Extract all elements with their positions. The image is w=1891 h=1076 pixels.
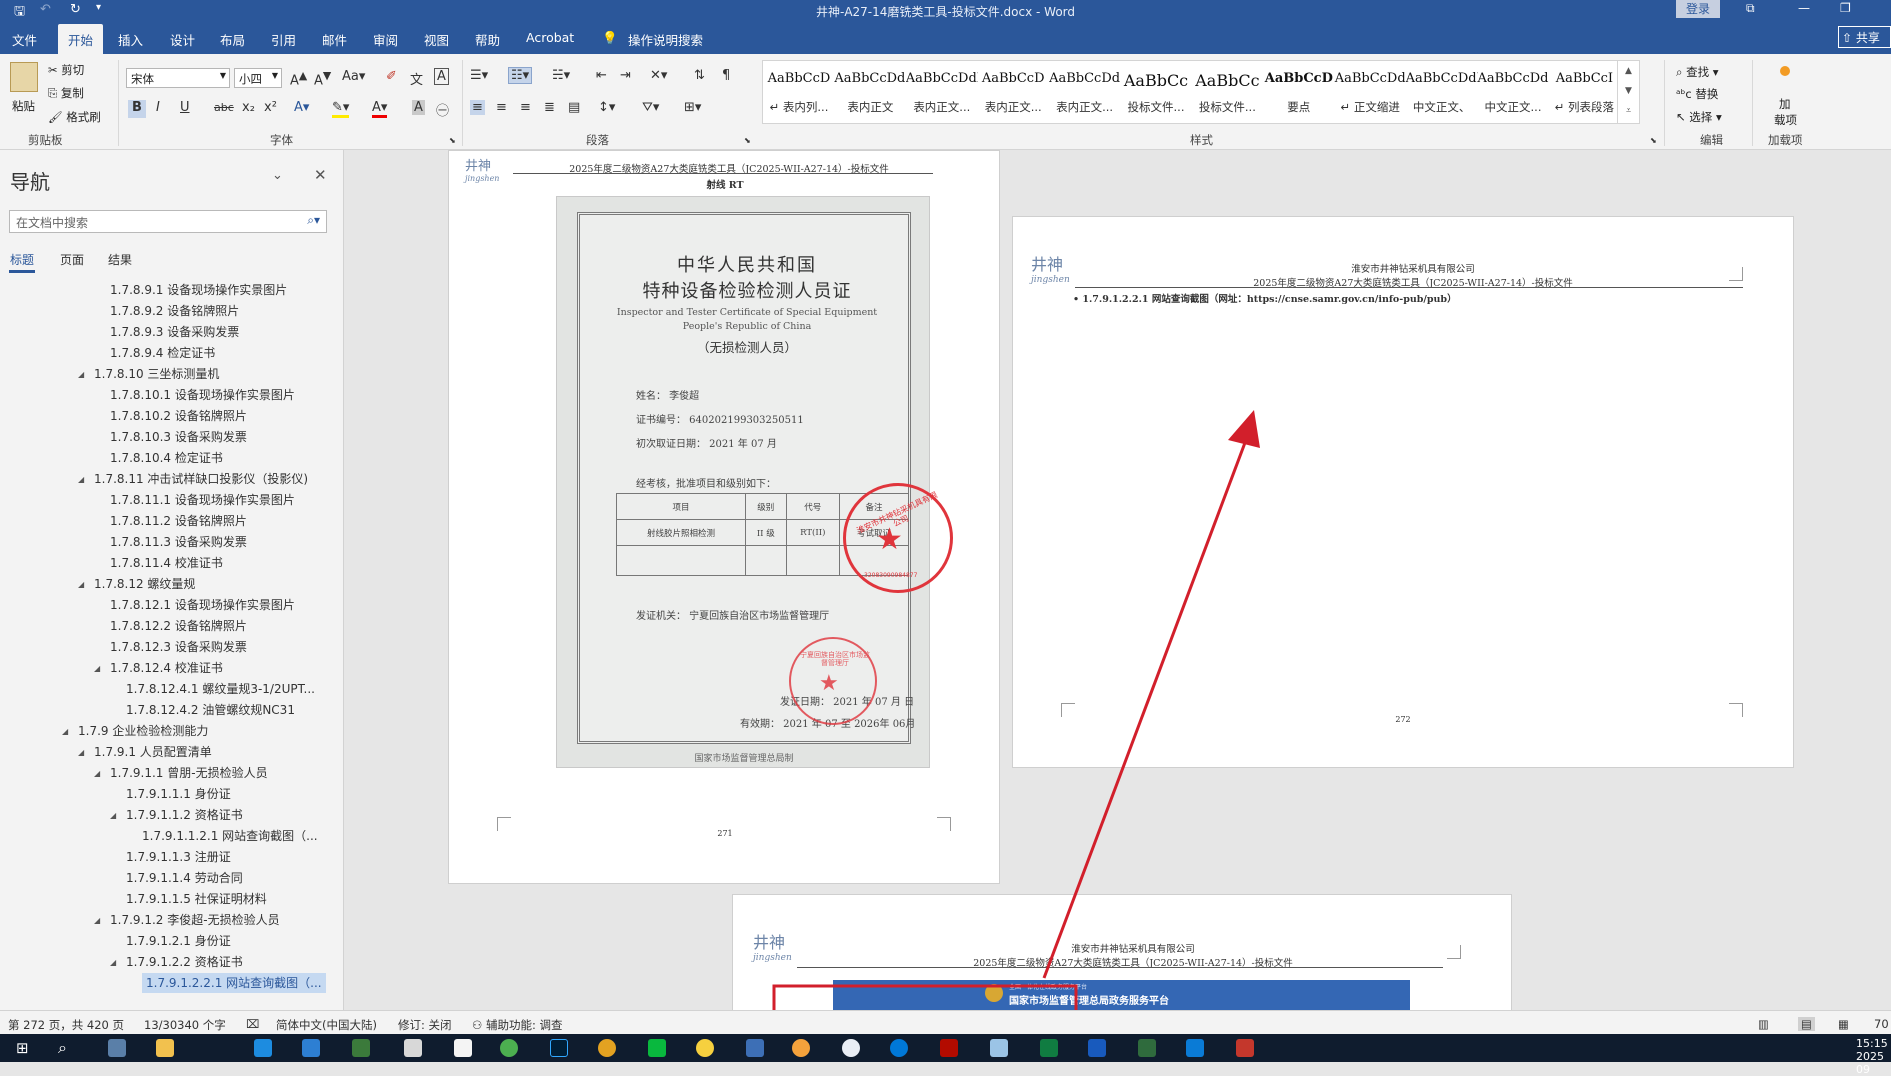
clock-date: 2025 09: [1856, 1050, 1884, 1076]
acrobat-icon[interactable]: [940, 1039, 958, 1057]
file-icon[interactable]: [404, 1039, 422, 1057]
system-clock[interactable]: 15:15 2025 09: [1856, 1037, 1891, 1076]
app-icon[interactable]: [1186, 1039, 1204, 1057]
wechat-icon[interactable]: [648, 1039, 666, 1057]
app-icon[interactable]: [792, 1039, 810, 1057]
windows-start-icon[interactable]: ⊞: [16, 1039, 29, 1057]
accessibility-label: 辅助功能: 调查: [485, 1018, 563, 1032]
web-layout-icon[interactable]: ▦: [1838, 1017, 1849, 1031]
file-explorer-icon[interactable]: [156, 1039, 174, 1057]
app-icon[interactable]: [254, 1039, 272, 1057]
track-changes[interactable]: 修订: 关闭: [398, 1017, 452, 1033]
app-icon[interactable]: [598, 1039, 616, 1057]
app-icon[interactable]: [352, 1039, 370, 1057]
app-icon[interactable]: [990, 1039, 1008, 1057]
status-bar: 第 272 页，共 420 页 13/30340 个字 ⌧ 简体中文(中国大陆)…: [0, 1010, 1891, 1034]
calculator-icon[interactable]: [108, 1039, 126, 1057]
language[interactable]: 简体中文(中国大陆): [276, 1017, 377, 1033]
edge-icon[interactable]: [890, 1039, 908, 1057]
app-icon[interactable]: [500, 1039, 518, 1057]
taskbar: ⊞ ⌕ 15:15 2025 09: [0, 1034, 1891, 1076]
qq-icon[interactable]: [696, 1039, 714, 1057]
accessibility[interactable]: ⚇ 辅助功能: 调查: [472, 1017, 563, 1033]
word-icon[interactable]: [1088, 1039, 1106, 1057]
app-icon[interactable]: [746, 1039, 764, 1057]
photoshop-icon[interactable]: [550, 1039, 568, 1057]
zoom-level[interactable]: 70: [1874, 1017, 1889, 1031]
arrow-head: [1228, 410, 1260, 448]
word-count[interactable]: 13/30340 个字: [144, 1017, 226, 1033]
annotation-arrow: [1042, 439, 1248, 979]
app-icon[interactable]: [1138, 1039, 1156, 1057]
print-layout-icon[interactable]: ▤: [1798, 1017, 1815, 1031]
browser-icon[interactable]: [302, 1039, 320, 1057]
search-icon[interactable]: ⌕: [58, 1038, 67, 1058]
page-count[interactable]: 第 272 页，共 420 页: [8, 1017, 124, 1033]
read-mode-icon[interactable]: ▥: [1758, 1017, 1769, 1031]
notepad-icon[interactable]: [454, 1039, 472, 1057]
accessibility-icon: ⚇: [472, 1018, 483, 1032]
annotation-overlay: [772, 410, 1260, 1036]
app-icon[interactable]: [842, 1039, 860, 1057]
clock-time: 15:15: [1856, 1037, 1888, 1050]
app-icon[interactable]: [1236, 1039, 1254, 1057]
proofing-icon[interactable]: ⌧: [246, 1017, 259, 1031]
excel-icon[interactable]: [1040, 1039, 1058, 1057]
